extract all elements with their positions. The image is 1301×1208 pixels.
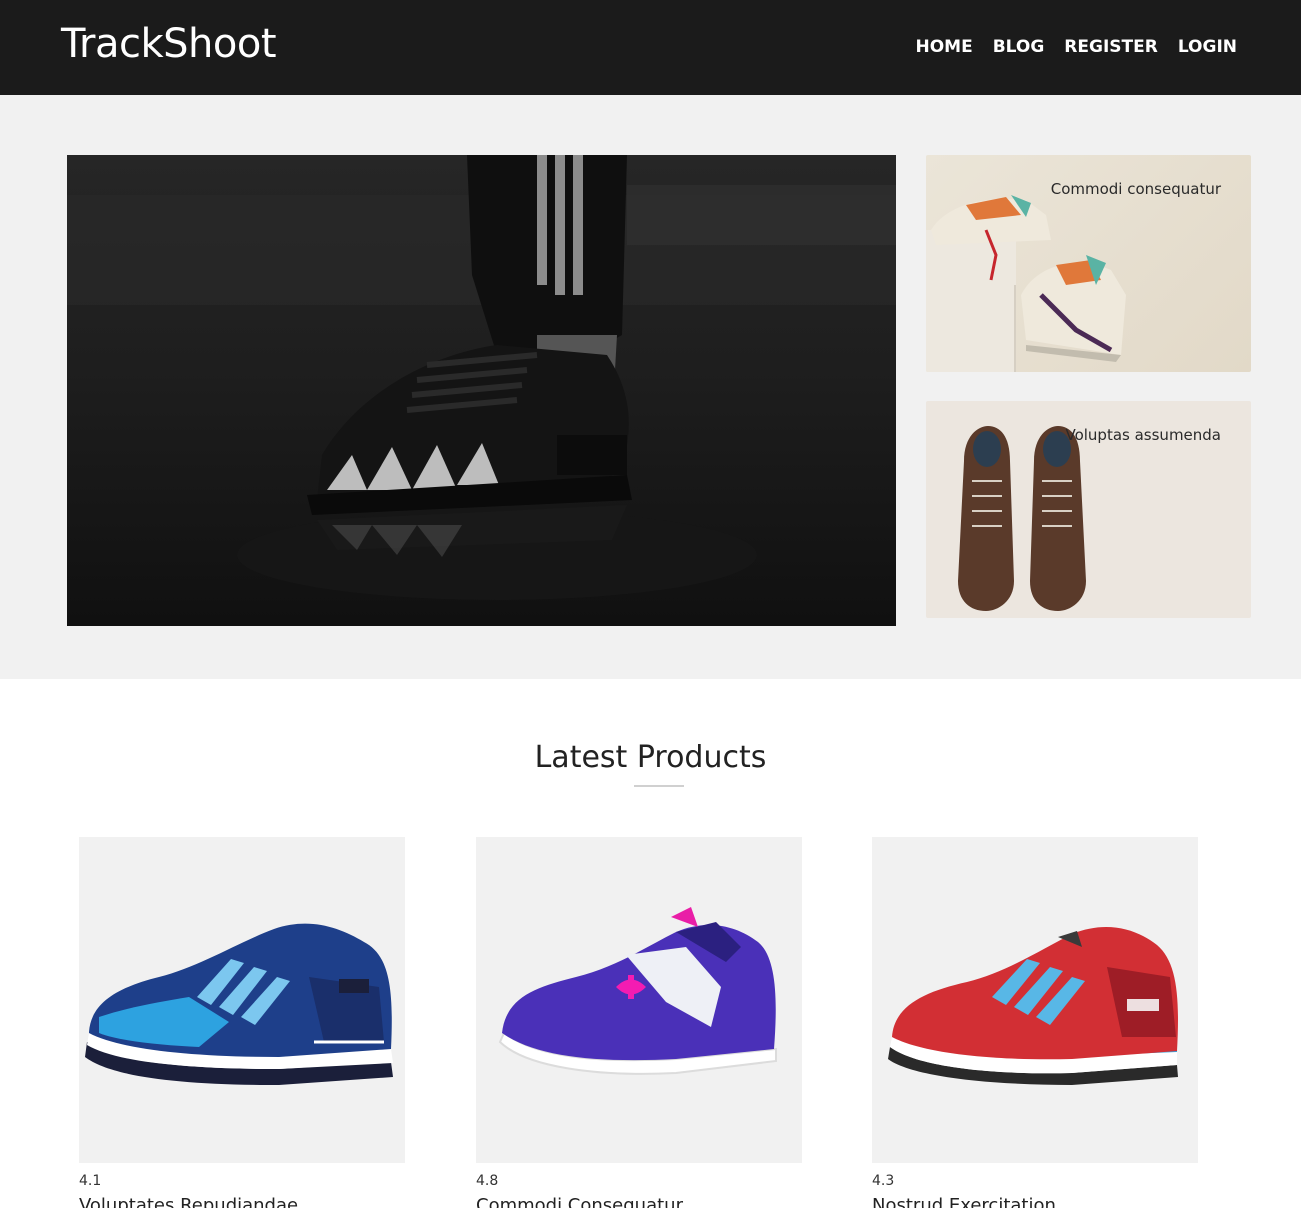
promo-card-caption: Voluptas assumenda	[1065, 426, 1221, 444]
product-card: 4.1 Voluptates Repudiandae	[79, 837, 405, 1208]
nav-register-link[interactable]: REGISTER	[1064, 37, 1158, 57]
hero-section: Commodi consequatur Voluptas assumenda	[0, 95, 1301, 679]
red-sneaker-icon	[888, 927, 1178, 1085]
section-title: Latest Products	[534, 740, 767, 775]
product-image[interactable]	[476, 837, 802, 1163]
nav-login-link[interactable]: LOGIN	[1178, 37, 1237, 57]
promo-card-voluptas[interactable]: Voluptas assumenda	[926, 401, 1251, 618]
hero-banner-image[interactable]	[67, 155, 896, 626]
product-card: 4.8 Commodi Consequatur	[476, 837, 802, 1208]
product-name[interactable]: Nostrud Exercitation	[872, 1195, 1198, 1208]
product-rating: 4.1	[79, 1173, 102, 1189]
blue-sneaker-icon	[85, 923, 393, 1085]
promo-card-caption: Commodi consequatur	[1050, 180, 1221, 198]
title-divider	[634, 785, 684, 787]
product-rating: 4.3	[872, 1173, 895, 1189]
product-name[interactable]: Voluptates Repudiandae	[79, 1195, 405, 1208]
nav-home-link[interactable]: HOME	[915, 37, 972, 57]
hero-sneaker-illustration	[67, 155, 896, 626]
product-image[interactable]	[79, 837, 405, 1163]
main-nav: HOME BLOG REGISTER LOGIN	[915, 37, 1237, 57]
brand-logo[interactable]: TrackShoot	[61, 21, 277, 67]
product-card: 4.3 Nostrud Exercitation	[872, 837, 1198, 1208]
product-image[interactable]	[872, 837, 1198, 1163]
product-name[interactable]: Commodi Consequatur	[476, 1195, 802, 1208]
top-navbar: TrackShoot HOME BLOG REGISTER LOGIN	[0, 0, 1301, 95]
promo-card-commodi[interactable]: Commodi consequatur	[926, 155, 1251, 372]
product-rating: 4.8	[476, 1173, 499, 1189]
nav-blog-link[interactable]: BLOG	[993, 37, 1045, 57]
purple-sneaker-icon	[498, 907, 777, 1075]
